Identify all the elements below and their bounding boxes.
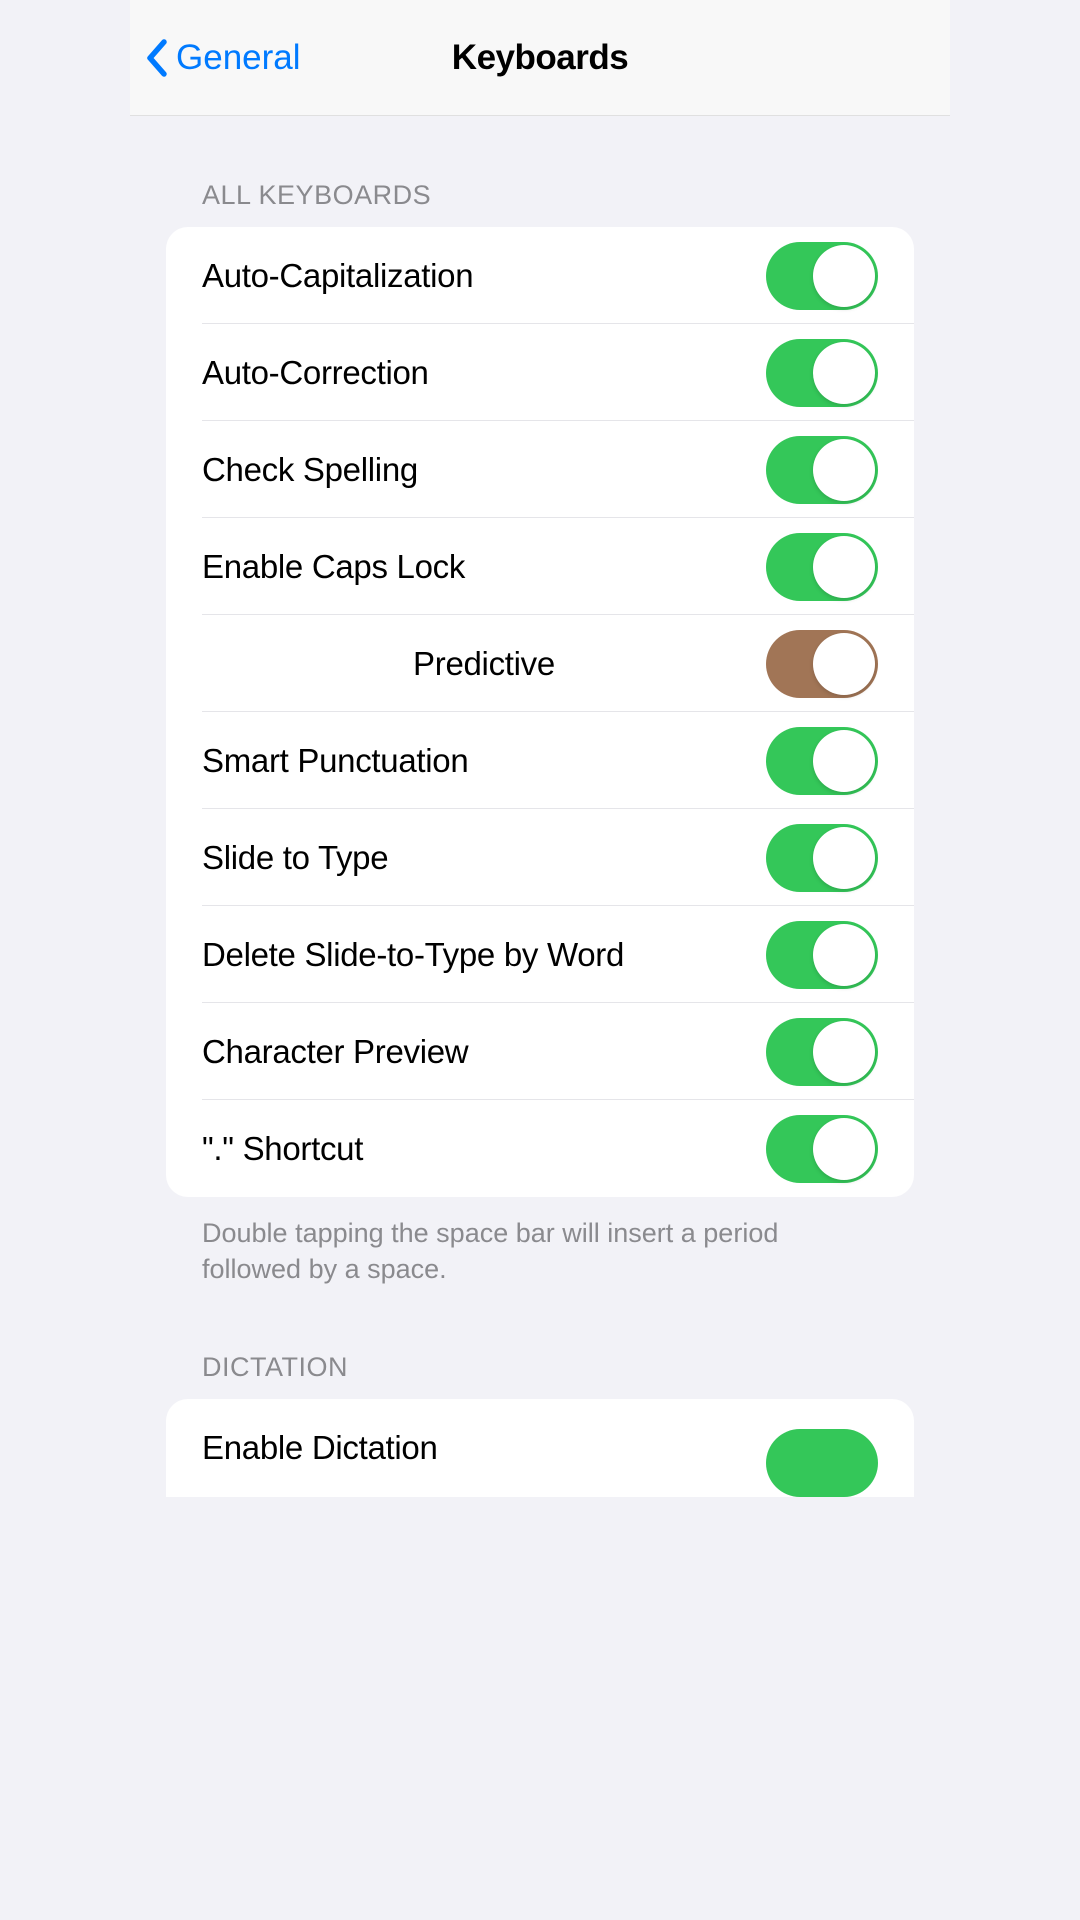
- row-label: Enable Dictation: [202, 1429, 438, 1467]
- toggle-auto-correction[interactable]: [766, 339, 878, 407]
- row-label: "." Shortcut: [202, 1130, 363, 1168]
- toggle-enable-dictation[interactable]: [766, 1429, 878, 1497]
- toggle-slide-to-type[interactable]: [766, 824, 878, 892]
- row-delete-slide-to-type-by-word: Delete Slide-to-Type by Word: [166, 906, 914, 1003]
- settings-content: ALL KEYBOARDS Auto-Capitalization Auto-C…: [130, 116, 950, 1497]
- row-label: Predictive: [413, 645, 555, 683]
- row-label: Slide to Type: [202, 839, 388, 877]
- toggle-period-shortcut[interactable]: [766, 1115, 878, 1183]
- toggle-enable-caps-lock[interactable]: [766, 533, 878, 601]
- chevron-left-icon: [144, 38, 168, 78]
- group-dictation: Enable Dictation: [166, 1399, 914, 1497]
- section-header-all-keyboards: ALL KEYBOARDS: [166, 116, 914, 227]
- row-slide-to-type: Slide to Type: [166, 809, 914, 906]
- row-label: Auto-Correction: [202, 354, 429, 392]
- row-character-preview: Character Preview: [166, 1003, 914, 1100]
- row-period-shortcut: "." Shortcut: [166, 1100, 914, 1197]
- row-label: Character Preview: [202, 1033, 468, 1071]
- row-label: Enable Caps Lock: [202, 548, 465, 586]
- section-footer-all-keyboards: Double tapping the space bar will insert…: [166, 1197, 914, 1288]
- navigation-bar: General Keyboards: [130, 0, 950, 116]
- group-all-keyboards: Auto-Capitalization Auto-Correction Chec…: [166, 227, 914, 1197]
- row-label: Auto-Capitalization: [202, 257, 473, 295]
- toggle-smart-punctuation[interactable]: [766, 727, 878, 795]
- toggle-delete-slide-to-type-by-word[interactable]: [766, 921, 878, 989]
- back-button[interactable]: General: [144, 38, 301, 78]
- toggle-predictive[interactable]: [766, 630, 878, 698]
- row-predictive: Predictive: [166, 615, 914, 712]
- back-label: General: [176, 38, 301, 78]
- toggle-character-preview[interactable]: [766, 1018, 878, 1086]
- row-label: Check Spelling: [202, 451, 418, 489]
- row-label: Delete Slide-to-Type by Word: [202, 936, 624, 974]
- toggle-check-spelling[interactable]: [766, 436, 878, 504]
- row-label: Smart Punctuation: [202, 742, 468, 780]
- section-header-dictation: DICTATION: [166, 1288, 914, 1399]
- page-title: Keyboards: [452, 38, 628, 78]
- toggle-auto-capitalization[interactable]: [766, 242, 878, 310]
- row-enable-dictation: Enable Dictation: [166, 1399, 914, 1497]
- row-auto-correction: Auto-Correction: [166, 324, 914, 421]
- row-check-spelling: Check Spelling: [166, 421, 914, 518]
- row-enable-caps-lock: Enable Caps Lock: [166, 518, 914, 615]
- row-smart-punctuation: Smart Punctuation: [166, 712, 914, 809]
- row-auto-capitalization: Auto-Capitalization: [166, 227, 914, 324]
